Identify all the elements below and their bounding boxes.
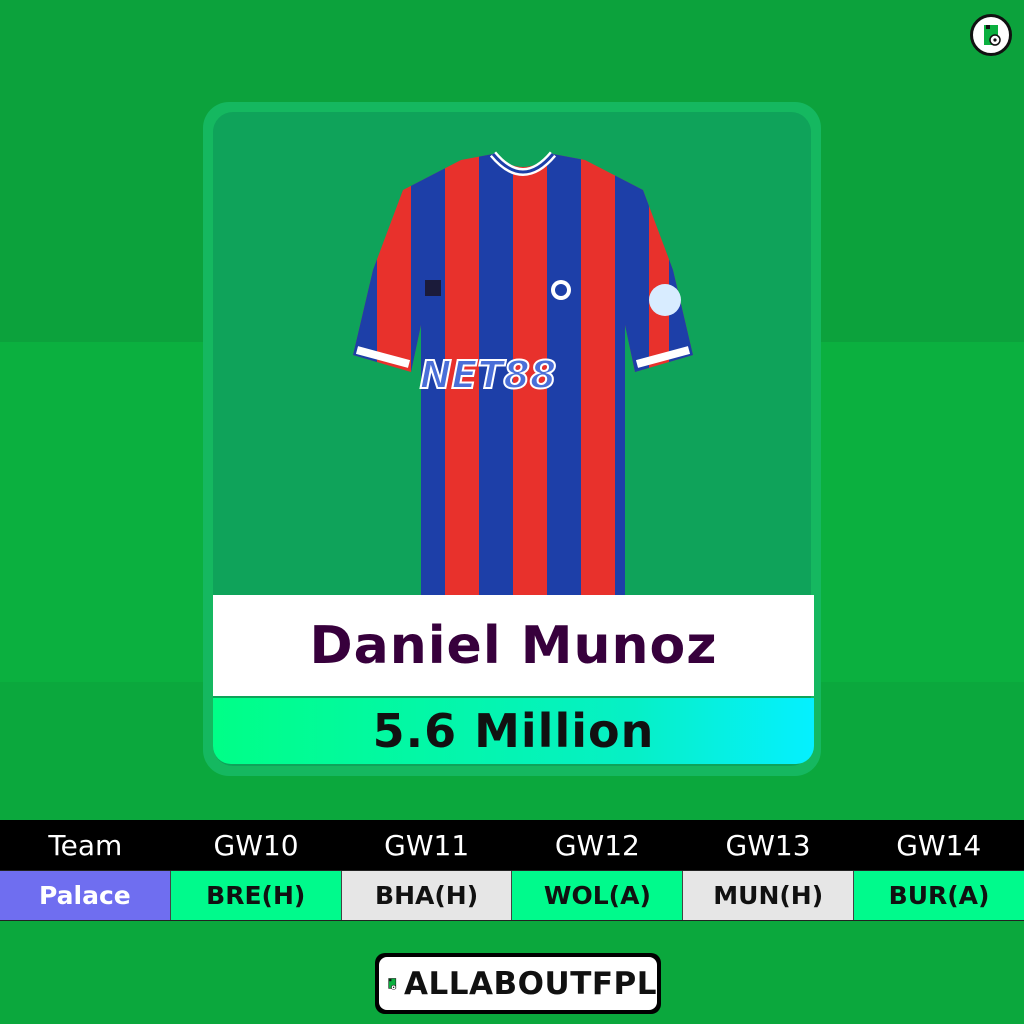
header-gw13: GW13 [725, 828, 811, 862]
shirt-sponsor-text: NET88 [420, 353, 557, 397]
allaboutfpl-logo-icon [388, 977, 397, 990]
brand-badge: ALLABOUTFPL [375, 953, 661, 1014]
player-price: 5.6 Million [372, 704, 655, 758]
fixtures-header-row: Team GW10 GW11 GW12 GW13 GW14 [0, 820, 1024, 870]
allaboutfpl-corner-logo-icon [970, 14, 1012, 56]
fpl-player-graphic: NET88 Daniel Munoz 5.6 Million Team GW10… [0, 0, 1024, 1024]
player-name-bar: Daniel Munoz [213, 595, 814, 696]
brand-badge-inner: ALLABOUTFPL [379, 957, 657, 1010]
header-gw11: GW11 [384, 828, 470, 862]
header-gw14: GW14 [896, 828, 982, 862]
fixture-gw13: MUN(H) [683, 871, 855, 920]
header-gw12: GW12 [554, 828, 640, 862]
fixture-gw14: BUR(A) [854, 871, 1024, 920]
fixture-gw12: WOL(A) [512, 871, 684, 920]
player-name: Daniel Munoz [309, 615, 718, 676]
fixtures-table: Team GW10 GW11 GW12 GW13 GW14 Palace BRE… [0, 820, 1024, 921]
team-shirt-image: NET88 [353, 151, 693, 598]
header-gw10: GW10 [213, 828, 299, 862]
fixture-gw11: BHA(H) [341, 871, 513, 920]
fixtures-data-row: Palace BRE(H) BHA(H) WOL(A) MUN(H) BUR(A… [0, 870, 1024, 921]
brand-name: ALLABOUTFPL [404, 965, 657, 1002]
team-cell: Palace [0, 871, 171, 920]
fixture-gw10: BRE(H) [170, 871, 342, 920]
header-team: Team [48, 828, 123, 862]
player-price-bar: 5.6 Million [213, 698, 814, 764]
